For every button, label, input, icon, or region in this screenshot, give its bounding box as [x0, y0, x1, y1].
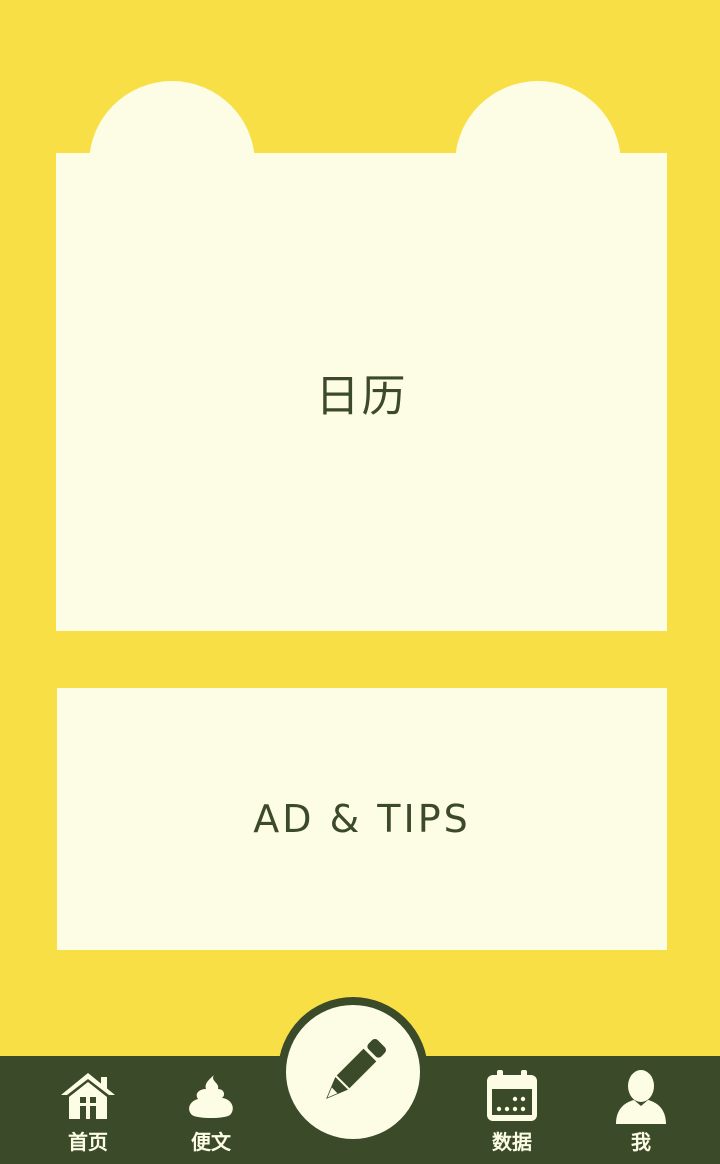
compose-button[interactable] [286, 1005, 420, 1139]
poop-icon [181, 1068, 241, 1124]
tab-me[interactable]: 我 [596, 1068, 686, 1158]
tab-biannwen[interactable]: 便文 [166, 1068, 256, 1158]
tab-data[interactable]: 数据 [467, 1068, 557, 1158]
tab-data-label: 数据 [492, 1130, 532, 1154]
user-icon [611, 1068, 671, 1124]
calendar-label: 日历 [315, 371, 408, 422]
ad-tips-label: AD & TIPS [253, 797, 471, 841]
calendar-card[interactable]: 日历 [56, 153, 667, 631]
tab-biannwen-label: 便文 [191, 1130, 231, 1154]
ad-tips-card[interactable]: AD & TIPS [57, 688, 667, 950]
pencil-icon [313, 1032, 393, 1112]
tab-home[interactable]: 首页 [43, 1068, 133, 1158]
tab-me-label: 我 [631, 1130, 651, 1154]
home-icon [58, 1068, 118, 1124]
calendar-icon [482, 1068, 542, 1124]
tab-home-label: 首页 [68, 1130, 108, 1154]
